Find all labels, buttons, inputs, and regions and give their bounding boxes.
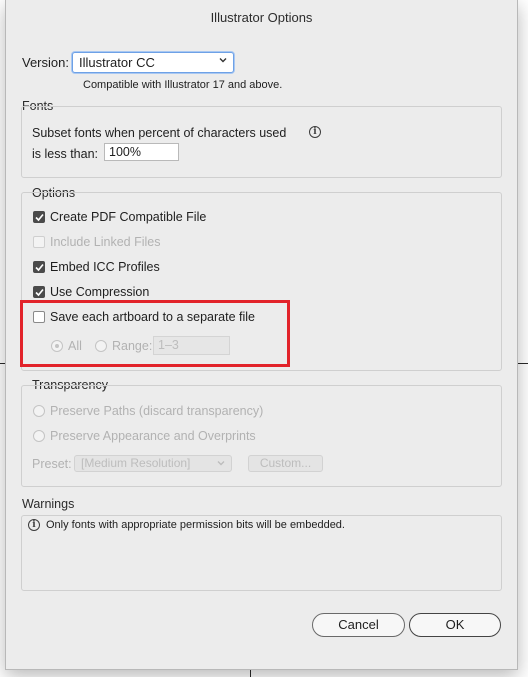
version-label: Version: (22, 55, 69, 70)
use-compression-label: Use Compression (50, 285, 150, 299)
pdf-compatible-label: Create PDF Compatible File (50, 210, 207, 224)
info-icon: i (28, 519, 40, 531)
use-compression-checkbox[interactable] (33, 286, 45, 298)
checkmark-icon (35, 288, 44, 297)
subset-percent-input[interactable]: 100% (104, 143, 179, 161)
preserve-appearance-label: Preserve Appearance and Overprints (50, 429, 256, 443)
preserve-paths-radio[interactable] (33, 405, 45, 417)
dialog-title: Illustrator Options (210, 10, 313, 25)
version-select-value: Illustrator CC (79, 55, 155, 70)
cancel-button[interactable]: Cancel (312, 613, 405, 637)
subset-fonts-label-2: is less than: (32, 147, 99, 161)
illustrator-options-dialog: Illustrator Options Version: Illustrator… (5, 0, 518, 670)
fonts-group (21, 106, 502, 178)
include-linked-label: Include Linked Files (50, 235, 161, 249)
embed-icc-label: Embed ICC Profiles (50, 260, 160, 274)
checkmark-icon (35, 213, 44, 222)
warning-message: Only fonts with appropriate permission b… (46, 519, 345, 531)
subset-fonts-label: Subset fonts when percent of characters … (32, 126, 287, 140)
chevron-down-icon (219, 58, 227, 63)
version-select[interactable]: Illustrator CC (72, 52, 234, 73)
ok-button[interactable]: OK (409, 613, 501, 637)
checkmark-icon (35, 263, 44, 272)
chevron-down-icon (217, 461, 225, 466)
preserve-appearance-radio[interactable] (33, 430, 45, 442)
version-compat-note: Compatible with Illustrator 17 and above… (83, 79, 283, 91)
custom-button[interactable]: Custom... (248, 455, 323, 472)
info-icon[interactable]: i (309, 126, 321, 138)
preserve-paths-label: Preserve Paths (discard transparency) (50, 404, 264, 418)
highlight-annotation-box (20, 300, 290, 367)
pdf-compatible-checkbox[interactable] (33, 211, 45, 223)
preset-select[interactable]: [Medium Resolution] (74, 455, 232, 472)
background-guide-line (250, 669, 251, 677)
include-linked-checkbox[interactable] (33, 236, 45, 248)
preset-select-value: [Medium Resolution] (81, 456, 191, 470)
warnings-legend: Warnings (22, 497, 75, 511)
preset-label: Preset: (32, 457, 72, 471)
embed-icc-checkbox[interactable] (33, 261, 45, 273)
